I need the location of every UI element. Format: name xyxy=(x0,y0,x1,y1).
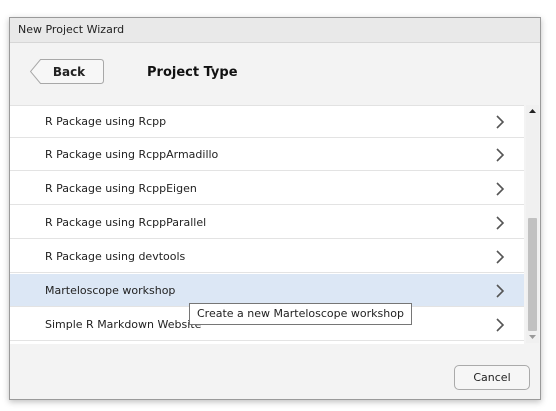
new-project-wizard-dialog: New Project Wizard Back Project Type R P… xyxy=(9,17,541,400)
chevron-right-icon xyxy=(496,318,505,332)
list-item-label: Marteloscope workshop xyxy=(45,284,176,297)
back-button[interactable]: Back xyxy=(30,59,104,84)
scroll-up-arrow-icon[interactable] xyxy=(528,107,537,115)
window-title: New Project Wizard xyxy=(10,18,540,43)
list-scrollbar[interactable] xyxy=(526,105,539,343)
chevron-right-icon xyxy=(496,115,505,129)
list-item-label: R Package using RcppEigen xyxy=(45,182,197,195)
back-button-label: Back xyxy=(52,64,86,79)
list-item-rcpparmadillo[interactable]: R Package using RcppArmadillo xyxy=(10,138,524,171)
list-item-label: R Package using Rcpp xyxy=(45,115,167,128)
chevron-right-icon xyxy=(496,250,505,264)
tooltip: Create a new Marteloscope workshop xyxy=(189,303,412,325)
list-item-label: R Package using RcppParallel xyxy=(45,216,207,229)
wizard-header: Back Project Type xyxy=(10,43,540,105)
list-item-rcppeigen[interactable]: R Package using RcppEigen xyxy=(10,172,524,205)
list-item-label: R Package using devtools xyxy=(45,250,186,263)
chevron-right-icon xyxy=(496,216,505,230)
list-item-rcppparallel[interactable]: R Package using RcppParallel xyxy=(10,206,524,239)
scrollbar-thumb[interactable] xyxy=(528,218,537,331)
list-item-devtools[interactable]: R Package using devtools xyxy=(10,240,524,273)
page-title: Project Type xyxy=(147,65,238,80)
scroll-down-arrow-icon[interactable] xyxy=(528,333,537,341)
list-item-label: Simple R Markdown Website xyxy=(45,318,202,331)
cancel-button[interactable]: Cancel xyxy=(454,365,530,390)
list-item-rcpp[interactable]: R Package using Rcpp xyxy=(10,106,524,138)
chevron-right-icon xyxy=(496,284,505,298)
chevron-right-icon xyxy=(496,182,505,196)
list-item-label: R Package using RcppArmadillo xyxy=(45,148,219,161)
chevron-right-icon xyxy=(496,148,505,162)
